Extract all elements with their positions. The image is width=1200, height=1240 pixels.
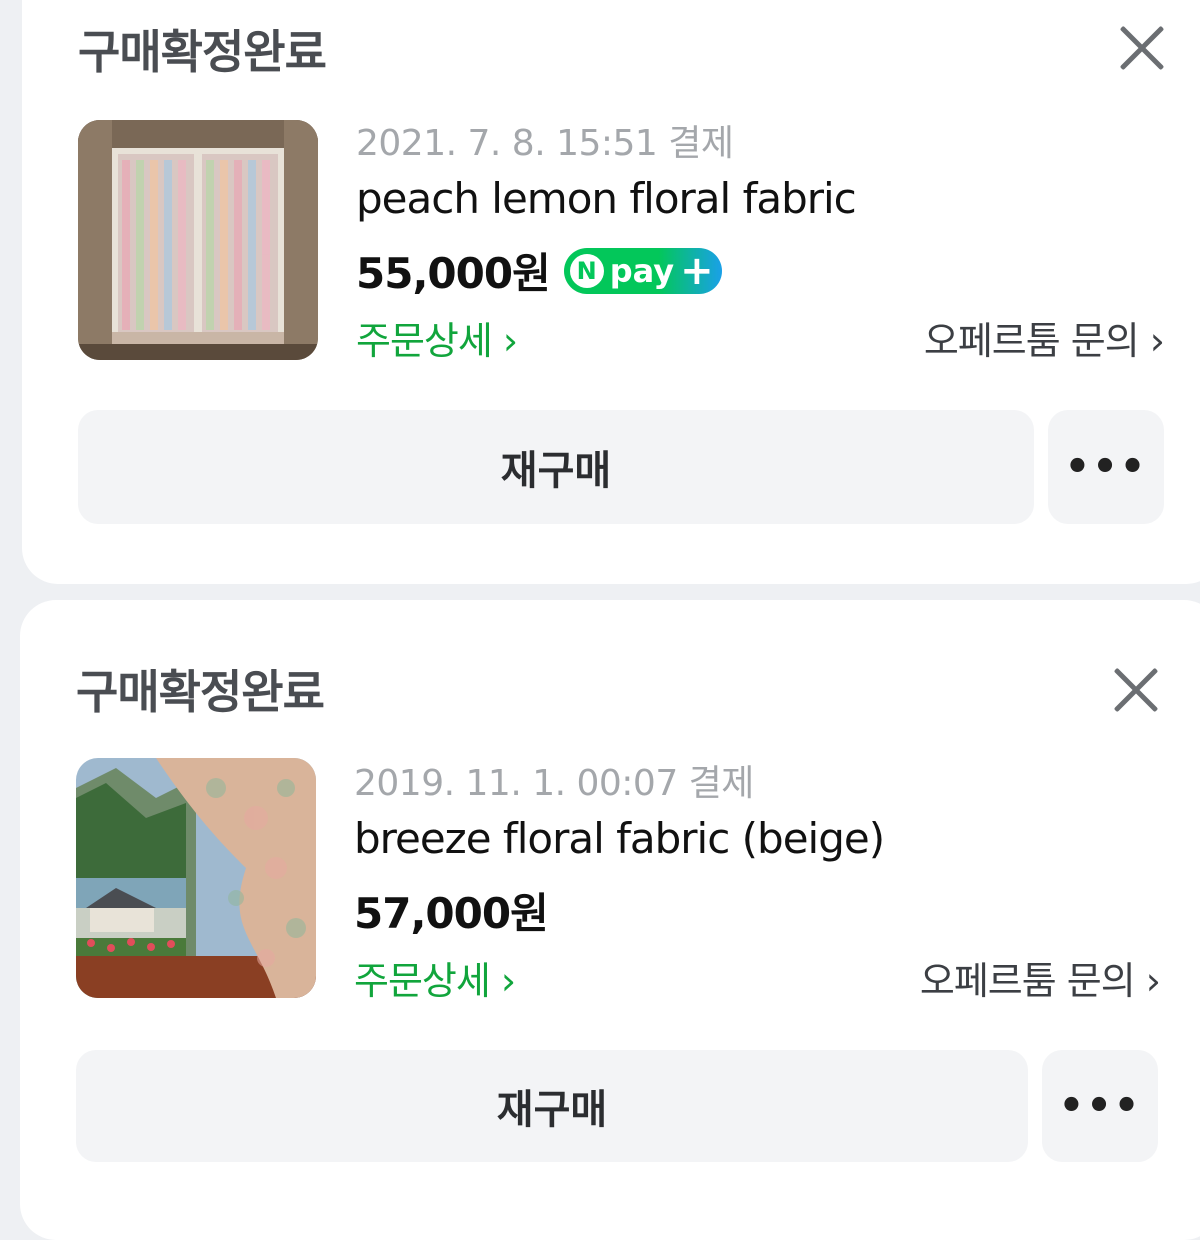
more-icon: ••• xyxy=(1064,444,1148,490)
seller-inquiry-link[interactable]: 오페르툼 문의 › xyxy=(920,950,1161,1005)
plus-icon: + xyxy=(680,247,714,294)
order-card-1: 구매확정완료 2021. 7. 8. 15:51 결제 peach lemon … xyxy=(22,0,1200,584)
more-options-button[interactable]: ••• xyxy=(1042,1050,1158,1162)
more-icon: ••• xyxy=(1058,1083,1142,1129)
close-icon[interactable] xyxy=(1108,662,1164,718)
product-title[interactable]: peach lemon floral fabric xyxy=(356,174,857,223)
product-price: 55,000원 xyxy=(356,249,551,298)
payment-date: 2021. 7. 8. 15:51 결제 xyxy=(356,123,734,164)
price-row: 55,000원 N pay + xyxy=(356,240,722,301)
rebuy-button[interactable]: 재구매 xyxy=(78,410,1034,524)
npay-n-icon: N xyxy=(569,253,604,288)
rebuy-button[interactable]: 재구매 xyxy=(76,1050,1028,1162)
close-icon[interactable] xyxy=(1114,20,1170,76)
product-title[interactable]: breeze floral fabric (beige) xyxy=(354,814,885,863)
seller-inquiry-link[interactable]: 오페르툼 문의 › xyxy=(924,310,1165,365)
order-status: 구매확정완료 xyxy=(76,665,325,719)
order-card-2: 구매확정완료 2019. 11. 1. 00:07 결제 breeze flor… xyxy=(20,600,1200,1240)
npay-text: pay xyxy=(609,251,675,290)
order-detail-link[interactable]: 주문상세 › xyxy=(356,310,518,365)
npay-plus-badge: N pay + xyxy=(563,247,722,294)
price-row: 57,000원 xyxy=(354,880,549,941)
product-thumbnail[interactable] xyxy=(78,120,318,360)
order-detail-link[interactable]: 주문상세 › xyxy=(354,950,516,1005)
order-status: 구매확정완료 xyxy=(78,25,327,79)
product-thumbnail[interactable] xyxy=(76,758,316,998)
payment-date: 2019. 11. 1. 00:07 결제 xyxy=(354,763,754,804)
more-options-button[interactable]: ••• xyxy=(1048,410,1164,524)
product-price: 57,000원 xyxy=(354,889,549,938)
